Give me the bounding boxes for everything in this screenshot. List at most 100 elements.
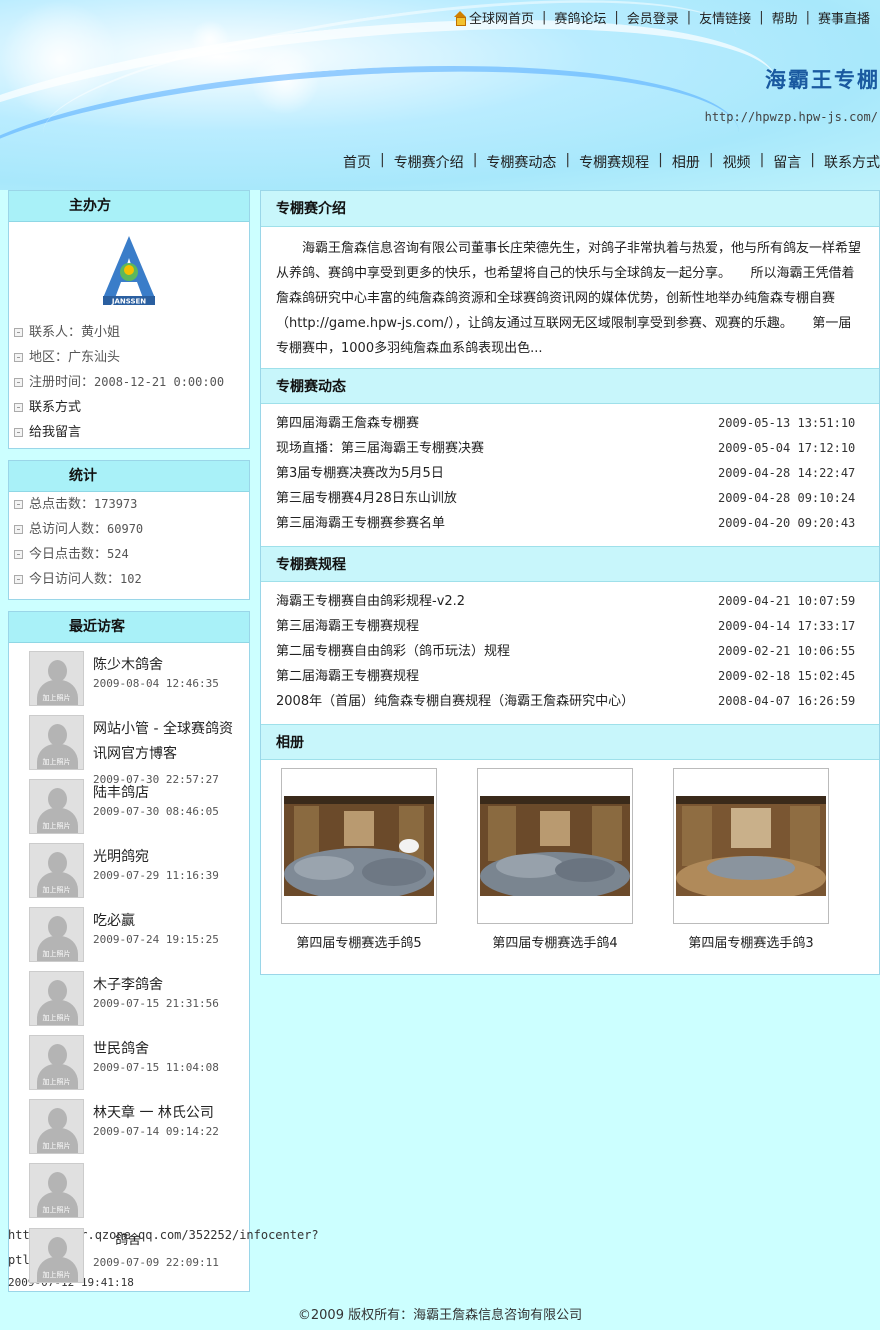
visitor-name[interactable]: 光明鸽宛	[93, 845, 149, 870]
rule-title[interactable]: 第三届海霸王专棚赛规程	[276, 619, 419, 634]
contact-text: 联系人：黄小姐	[29, 325, 121, 340]
visitor-name[interactable]: 林天章 一 林氏公司	[93, 1101, 214, 1126]
contact-link-text[interactable]: 联系方式	[29, 395, 81, 420]
avatar[interactable]: 加上照片	[29, 779, 84, 834]
album-item[interactable]: 第四届专棚赛选手鸽4	[457, 768, 653, 951]
separator: |	[379, 152, 385, 168]
visitor-time: 2009-07-24 19:15:25	[93, 933, 219, 946]
visitor-url-overflow-line2[interactable]: ptl	[8, 1253, 30, 1267]
avatar[interactable]: 加上照片	[29, 715, 84, 770]
rule-item[interactable]: 2008年（首届）纯詹森专棚自赛规程（海霸王詹森研究中心） 2008-04-07 …	[261, 689, 879, 714]
nav-contact[interactable]: 联系方式	[824, 152, 880, 172]
visitor-item[interactable]: 加上照片 陈少木鸽舍 2009-08-04 12:46:35	[9, 643, 249, 707]
visitor-item[interactable]: 加上照片 网站小管 - 全球赛鸽资 讯网官方博客 2009-07-30 22:5…	[9, 707, 249, 786]
site-url[interactable]: http://hpwzp.hpw-js.com/	[705, 110, 878, 124]
news-item[interactable]: 第3届专棚赛决赛改为5月5日 2009-04-28 14:22:47	[261, 461, 879, 486]
visitor-name[interactable]: 吃必赢	[93, 909, 135, 934]
visitor-item[interactable]: 加上照片 木子李鸽舍 2009-07-15 21:31:56	[9, 963, 249, 1027]
nav-rules[interactable]: 专棚赛规程	[579, 152, 649, 172]
album-thumbnail[interactable]	[673, 768, 829, 924]
rule-date: 2009-04-14 17:33:17	[718, 619, 856, 633]
avatar[interactable]: 加上照片	[29, 651, 84, 706]
organizer-contact-link[interactable]: 联系方式	[9, 395, 249, 420]
news-item[interactable]: 第四届海霸王詹森专棚赛 2009-05-13 13:51:10	[261, 411, 879, 436]
stat-value: 102	[120, 572, 142, 586]
news-title[interactable]: 第四届海霸王詹森专棚赛	[276, 416, 419, 431]
top-nav-home[interactable]: 全球网首页	[469, 8, 534, 27]
album-caption[interactable]: 第四届专棚赛选手鸽5	[296, 932, 421, 951]
stat-today-visitors: 今日访问人数： 102	[9, 567, 249, 592]
nav-news[interactable]: 专棚赛动态	[486, 152, 556, 172]
rule-title[interactable]: 海霸王专棚赛自由鸽彩规程-v2.2	[276, 594, 465, 609]
album-item[interactable]: 第四届专棚赛选手鸽3	[653, 768, 849, 951]
nav-message[interactable]: 留言	[773, 152, 801, 172]
rule-title[interactable]: 第二届海霸王专棚赛规程	[276, 669, 419, 684]
top-nav-help[interactable]: 帮助	[772, 8, 798, 27]
rule-item[interactable]: 第二届海霸王专棚赛规程 2009-02-18 15:02:45	[261, 664, 879, 689]
stats-heading: 统计	[9, 461, 249, 492]
separator: |	[472, 152, 478, 168]
visitor-item[interactable]: 加上照片	[9, 1155, 249, 1219]
rule-item[interactable]: 海霸王专棚赛自由鸽彩规程-v2.2 2009-04-21 10:07:59	[261, 589, 879, 614]
avatar[interactable]: 加上照片	[29, 1228, 84, 1283]
message-link-text[interactable]: 给我留言	[29, 420, 81, 445]
avatar[interactable]: 加上照片	[29, 1163, 84, 1218]
news-title[interactable]: 第3届专棚赛决赛改为5月5日	[276, 466, 444, 481]
visitor-item[interactable]: 加上照片 世民鸽舍 2009-07-15 11:04:08	[9, 1027, 249, 1091]
avatar[interactable]: 加上照片	[29, 1035, 84, 1090]
nav-video[interactable]: 视频	[723, 152, 751, 172]
visitor-name[interactable]: 世民鸽舍	[93, 1037, 149, 1062]
avatar[interactable]: 加上照片	[29, 907, 84, 962]
news-title[interactable]: 现场直播：第三届海霸王专棚赛决赛	[276, 441, 484, 456]
avatar[interactable]: 加上照片	[29, 843, 84, 898]
avatar[interactable]: 加上照片	[29, 971, 84, 1026]
nav-album[interactable]: 相册	[672, 152, 700, 172]
stat-today-clicks: 今日点击数： 524	[9, 542, 249, 567]
news-title[interactable]: 第三届专棚赛4月28日东山训放	[276, 491, 457, 506]
top-nav-links[interactable]: 友情链接	[699, 8, 751, 27]
organizer-region: 地区：广东汕头	[9, 345, 249, 370]
visitor-item[interactable]: 加上照片 吃必赢 2009-07-24 19:15:25	[9, 899, 249, 963]
news-item[interactable]: 现场直播：第三届海霸王专棚赛决赛 2009-05-04 17:12:10	[261, 436, 879, 461]
avatar[interactable]: 加上照片	[29, 1099, 84, 1154]
visitor-name-line2[interactable]: 讯网官方博客	[93, 742, 177, 767]
album-thumbnail[interactable]	[477, 768, 633, 924]
album-caption[interactable]: 第四届专棚赛选手鸽4	[492, 932, 617, 951]
album-caption[interactable]: 第四届专棚赛选手鸽3	[688, 932, 813, 951]
janssen-logo: JANSSEN	[103, 236, 155, 306]
visitor-name[interactable]: 鸽舍	[115, 1228, 141, 1253]
news-item[interactable]: 第三届海霸王专棚赛参赛名单 2009-04-20 09:20:43	[261, 511, 879, 536]
stat-total-clicks: 总点击数： 173973	[9, 492, 249, 517]
organizer-message-link[interactable]: 给我留言	[9, 420, 249, 445]
news-date: 2009-05-13 13:51:10	[718, 416, 856, 430]
rule-item[interactable]: 第二届专棚赛自由鸽彩（鸽币玩法）规程 2009-02-21 10:06:55	[261, 639, 879, 664]
main-content: 专棚赛介绍 海霸王詹森信息咨询有限公司董事长庄荣德先生，对鸽子非常执着与热爱，他…	[260, 190, 880, 975]
nav-intro[interactable]: 专棚赛介绍	[394, 152, 464, 172]
stat-value: 524	[107, 547, 129, 561]
bullet-icon	[14, 428, 23, 437]
album-thumbnail[interactable]	[281, 768, 437, 924]
top-nav-forum[interactable]: 赛鸽论坛	[554, 8, 606, 27]
album-item[interactable]: 第四届专棚赛选手鸽5	[261, 768, 457, 951]
news-title[interactable]: 第三届海霸王专棚赛参赛名单	[276, 516, 445, 531]
organizer-heading: 主办方	[9, 191, 249, 222]
visitor-name[interactable]: 陈少木鸽舍	[93, 653, 163, 678]
visitor-item[interactable]: 加上照片 林天章 一 林氏公司 2009-07-14 09:14:22	[9, 1091, 249, 1155]
top-nav-live[interactable]: 赛事直播	[818, 8, 870, 27]
visitor-item[interactable]: 加上照片 光明鸽宛 2009-07-29 11:16:39	[9, 835, 249, 899]
nav-home[interactable]: 首页	[343, 152, 371, 172]
footer-copyright: ©2009 版权所有：海霸王詹森信息咨询有限公司	[297, 1308, 583, 1323]
news-item[interactable]: 第三届专棚赛4月28日东山训放 2009-04-28 09:10:24	[261, 486, 879, 511]
rule-item[interactable]: 第三届海霸王专棚赛规程 2009-04-14 17:33:17	[261, 614, 879, 639]
visitor-name[interactable]: 木子李鸽舍	[93, 973, 163, 998]
rule-title[interactable]: 第二届专棚赛自由鸽彩（鸽币玩法）规程	[276, 644, 510, 659]
visitor-item[interactable]: 加上照片 陆丰鸽店 2009-07-30 08:46:05	[9, 771, 249, 835]
visitor-name[interactable]: 网站小管 - 全球赛鸽资	[93, 717, 233, 742]
home-icon	[453, 10, 467, 26]
visitor-name[interactable]: 陆丰鸽店	[93, 781, 149, 806]
top-nav: 全球网首页 | 赛鸽论坛 | 会员登录 | 友情链接 | 帮助 | 赛事直播	[453, 8, 870, 27]
news-list: 第四届海霸王詹森专棚赛 2009-05-13 13:51:10 现场直播：第三届海…	[261, 404, 879, 546]
stat-total-visitors: 总访问人数： 60970	[9, 517, 249, 542]
rule-title[interactable]: 2008年（首届）纯詹森专棚自赛规程（海霸王詹森研究中心）	[276, 694, 634, 709]
top-nav-login[interactable]: 会员登录	[627, 8, 679, 27]
